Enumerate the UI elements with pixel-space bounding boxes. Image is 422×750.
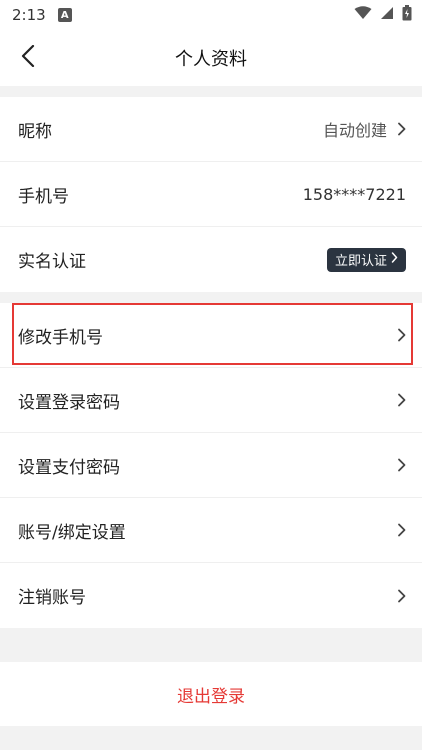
nickname-label: 昵称 — [18, 121, 52, 142]
login-password-label: 设置登录密码 — [18, 392, 120, 413]
settings-group: 修改手机号 设置登录密码 设置支付密码 账号/绑定设置 注销账号 — [0, 303, 422, 628]
back-button[interactable] — [14, 44, 42, 72]
login-password-row[interactable]: 设置登录密码 — [0, 368, 422, 433]
real-name-row[interactable]: 实名认证 立即认证 — [0, 227, 422, 292]
wifi-icon — [354, 6, 372, 24]
change-phone-row[interactable]: 修改手机号 — [0, 303, 422, 368]
nav-bar: 个人资料 — [0, 30, 422, 86]
logout-label: 退出登录 — [177, 686, 245, 707]
phone-label: 手机号 — [18, 186, 69, 207]
chevron-right-icon — [397, 122, 406, 136]
chevron-right-icon — [397, 458, 406, 472]
change-phone-label: 修改手机号 — [18, 327, 103, 348]
nickname-value: 自动创建 — [322, 121, 387, 140]
status-time: 2:13 — [12, 6, 46, 24]
page-title: 个人资料 — [175, 49, 247, 70]
account-binding-label: 账号/绑定设置 — [18, 522, 126, 543]
verify-now-button[interactable]: 立即认证 — [326, 247, 406, 272]
real-name-label: 实名认证 — [18, 252, 86, 272]
phone-row: 手机号 158****7221 — [0, 162, 422, 227]
chevron-right-icon — [397, 523, 406, 537]
battery-icon — [402, 5, 412, 25]
profile-group: 昵称 自动创建 手机号 158****7221 实名认证 立即认证 — [0, 97, 422, 292]
verify-now-label: 立即认证 — [334, 254, 387, 269]
delete-account-row[interactable]: 注销账号 — [0, 563, 422, 628]
payment-password-row[interactable]: 设置支付密码 — [0, 433, 422, 498]
chevron-right-icon — [391, 252, 398, 267]
signal-icon — [380, 6, 394, 24]
delete-account-label: 注销账号 — [18, 588, 86, 608]
status-icons — [354, 5, 412, 25]
notification-app-icon: A — [57, 8, 72, 22]
chevron-left-icon — [21, 44, 35, 71]
chevron-right-icon — [397, 589, 406, 603]
chevron-right-icon — [397, 393, 406, 407]
payment-password-label: 设置支付密码 — [18, 457, 120, 478]
nickname-row[interactable]: 昵称 自动创建 — [0, 97, 422, 162]
logout-button[interactable]: 退出登录 — [0, 662, 422, 726]
chevron-right-icon — [397, 328, 406, 342]
status-bar: 2:13 A — [0, 0, 422, 30]
account-binding-row[interactable]: 账号/绑定设置 — [0, 498, 422, 563]
phone-value: 158****7221 — [302, 184, 406, 204]
